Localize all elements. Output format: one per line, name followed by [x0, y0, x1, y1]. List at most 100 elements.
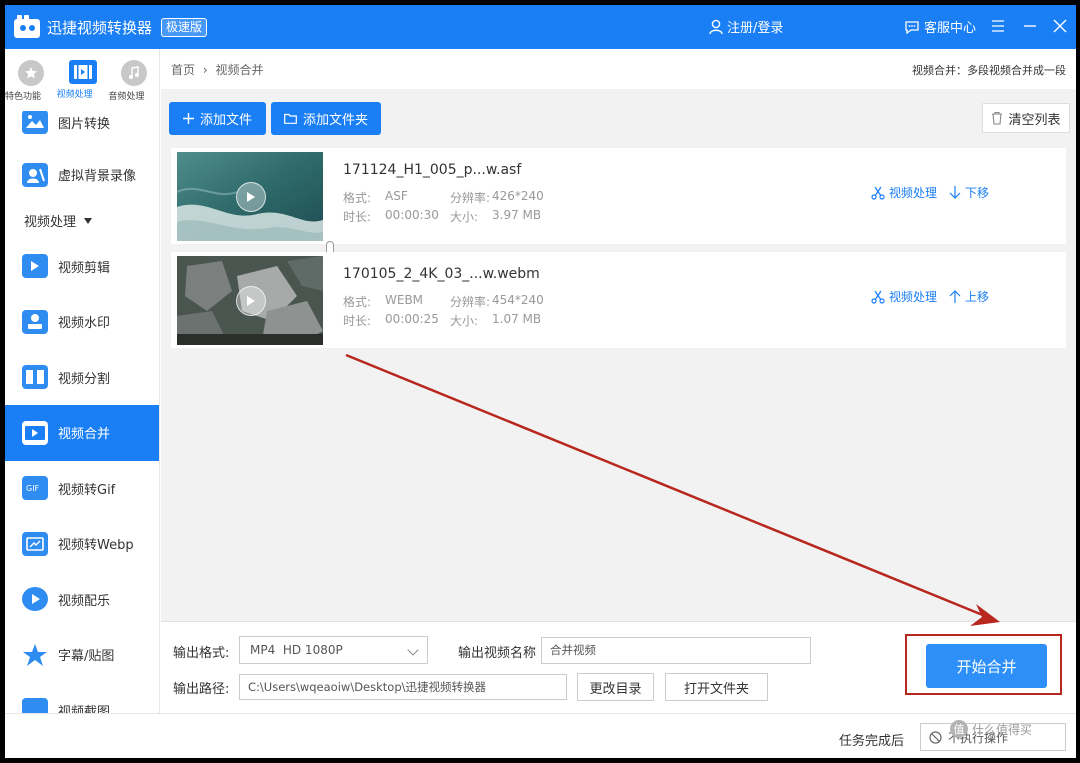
- edition-badge: 极速版: [161, 18, 208, 37]
- play-icon[interactable]: [236, 182, 266, 212]
- watermark-text: 什么值得买: [972, 722, 1033, 737]
- file-name: 171124_H1_005_p...w.asf: [343, 162, 522, 178]
- duration-label: 时长:: [343, 314, 372, 328]
- sidebar-item-gif[interactable]: GIF 视频转Gif: [5, 461, 159, 517]
- watermark-icon: [22, 309, 48, 334]
- sidebar: 特色功能 视频处理 音频处理 图片转换 虚拟背景录像 视频处理 视频剪辑 视频水…: [5, 49, 160, 713]
- resolution-value: 454*240: [492, 293, 544, 307]
- sidebar-item-video-edit[interactable]: 视频剪辑: [5, 239, 159, 295]
- duration-value: 00:00:25: [385, 312, 439, 326]
- user-icon: [709, 19, 723, 34]
- chevron-down-icon: [407, 644, 419, 656]
- video-thumbnail[interactable]: [177, 256, 323, 345]
- clear-list-button[interactable]: 清空列表: [982, 103, 1070, 133]
- breadcrumb-current: 视频合并: [215, 63, 264, 77]
- title-bar: 迅捷视频转换器 极速版 注册/登录 客服中心: [5, 5, 1076, 49]
- login-button[interactable]: 注册/登录: [709, 17, 783, 36]
- format-label: 格式:: [343, 191, 372, 205]
- sidebar-item-label: 视频水印: [58, 316, 111, 332]
- video-process-link[interactable]: 视频处理: [889, 288, 937, 305]
- resolution-value: 426*240: [492, 189, 544, 203]
- hamburger-icon[interactable]: [988, 16, 1008, 36]
- size-label: 大小:: [450, 314, 479, 328]
- clear-list-label: 清空列表: [1008, 112, 1061, 128]
- file-item[interactable]: 170105_2_4K_03_...w.webm 格式: WEBM 分辨率: 4…: [171, 252, 1066, 348]
- output-path-input[interactable]: C:\Users\wqeaoiw\Desktop\迅捷视频转换器: [239, 674, 567, 700]
- file-actions: 视频处理 上移: [871, 288, 989, 305]
- tab-audio-processing[interactable]: 音频处理: [108, 49, 159, 111]
- caret-down-icon: [84, 217, 93, 224]
- output-name-input[interactable]: 合并视频: [541, 637, 811, 664]
- add-file-button[interactable]: 添加文件: [169, 102, 266, 135]
- move-down-link[interactable]: 下移: [965, 184, 989, 201]
- scissors-icon: [871, 290, 885, 304]
- add-file-label: 添加文件: [199, 113, 252, 128]
- duration-label: 时长:: [343, 210, 372, 224]
- breadcrumb: 首页 › 视频合并 视频合并：多段视频合并成一段: [161, 49, 1076, 89]
- change-directory-button[interactable]: 更改目录: [577, 673, 654, 701]
- minimize-icon[interactable]: [1020, 16, 1040, 36]
- output-name-label: 输出视频名称: [458, 646, 537, 661]
- video-edit-icon: [22, 254, 48, 279]
- sidebar-item-label: 视频剪辑: [58, 260, 111, 276]
- duration-value: 00:00:30: [385, 208, 439, 222]
- sidebar-item-webp[interactable]: 视频转Webp: [5, 516, 159, 572]
- sidebar-item-video-split[interactable]: 视频分割: [5, 350, 159, 406]
- sidebar-item-label: 图片转换: [58, 116, 111, 132]
- move-up-link[interactable]: 上移: [965, 288, 989, 305]
- arrow-down-icon: [949, 186, 961, 199]
- output-format-value: MP4 HD 1080P: [250, 643, 343, 657]
- sidebar-section-video[interactable]: 视频处理: [5, 203, 159, 239]
- close-icon[interactable]: [1050, 16, 1070, 36]
- video-process-link[interactable]: 视频处理: [889, 184, 937, 201]
- prohibited-icon: [929, 730, 942, 744]
- chat-bubble-icon: [905, 20, 919, 34]
- format-value: ASF: [385, 189, 408, 203]
- sidebar-item-subtitle[interactable]: 字幕/贴图: [5, 627, 159, 683]
- sidebar-item-label: 视频合并: [58, 427, 111, 443]
- resolution-label: 分辨率:: [450, 295, 491, 309]
- play-icon[interactable]: [236, 286, 266, 316]
- file-item[interactable]: 171124_H1_005_p...w.asf 格式: ASF 分辨率: 426…: [171, 148, 1066, 244]
- video-thumbnail[interactable]: [177, 152, 323, 241]
- subtitle-sticker-icon: [22, 643, 48, 667]
- sidebar-item-label: 视频配乐: [58, 593, 111, 609]
- sidebar-item-video-merge[interactable]: 视频合并: [5, 405, 159, 461]
- sidebar-item-watermark[interactable]: 视频水印: [5, 294, 159, 350]
- breadcrumb-home[interactable]: 首页: [171, 63, 195, 77]
- breadcrumb-separator: ›: [202, 63, 208, 77]
- size-value: 3.97 MB: [492, 208, 542, 222]
- star-icon: [17, 60, 44, 86]
- start-merge-button[interactable]: 开始合并: [926, 644, 1047, 688]
- customer-service-button[interactable]: 客服中心: [904, 17, 976, 36]
- app-title: 迅捷视频转换器: [47, 19, 153, 37]
- service-label: 客服中心: [924, 21, 977, 36]
- sidebar-item-label: 视频转Gif: [58, 482, 116, 498]
- after-task-label: 任务完成后: [839, 734, 905, 749]
- tab-features-label: 特色功能: [5, 92, 42, 102]
- sidebar-item-virtual-background[interactable]: 虚拟背景录像: [5, 147, 159, 203]
- video-split-icon: [22, 365, 48, 390]
- virtual-background-icon: [22, 162, 48, 187]
- sidebar-list: 图片转换 虚拟背景录像 视频处理 视频剪辑 视频水印 视频分割 视频合并 GIF…: [5, 97, 159, 713]
- tab-audio-label: 音频处理: [108, 92, 145, 102]
- sidebar-item-screenshot[interactable]: 视频截图: [5, 683, 159, 713]
- status-bar: 任务完成后 不执行操作: [5, 713, 1076, 758]
- format-label: 格式:: [343, 295, 372, 309]
- file-actions: 视频处理 下移: [871, 184, 989, 201]
- svg-text:GIF: GIF: [26, 484, 40, 493]
- sidebar-item-label: 字幕/贴图: [58, 649, 115, 665]
- trash-icon: [992, 111, 1003, 125]
- output-path-label: 输出路径:: [173, 682, 230, 697]
- open-folder-button[interactable]: 打开文件夹: [665, 673, 768, 701]
- tab-video-label: 视频处理: [56, 90, 93, 100]
- plus-icon: [182, 113, 194, 124]
- add-folder-button[interactable]: 添加文件夹: [271, 102, 381, 135]
- output-format-select[interactable]: MP4 HD 1080P: [239, 636, 428, 664]
- gif-icon: GIF: [22, 476, 48, 501]
- tab-features[interactable]: 特色功能: [5, 49, 57, 111]
- music-note-icon: [22, 587, 48, 612]
- sidebar-item-soundtrack[interactable]: 视频配乐: [5, 572, 159, 628]
- tab-video-processing[interactable]: 视频处理: [57, 49, 109, 111]
- video-merge-icon: [22, 420, 48, 445]
